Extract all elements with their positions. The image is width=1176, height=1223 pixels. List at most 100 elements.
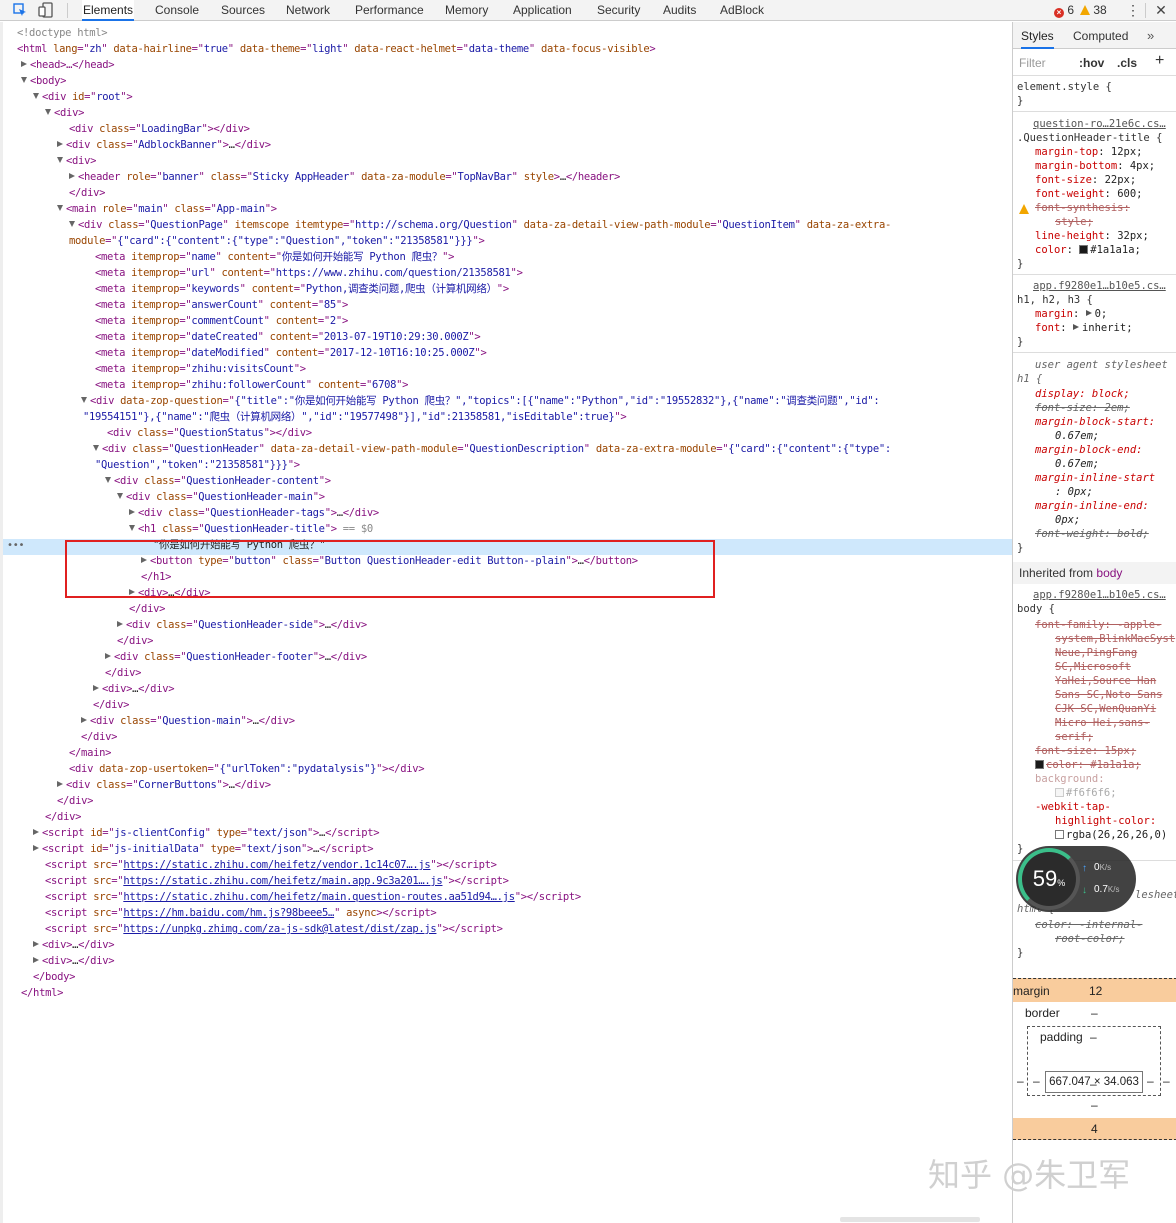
usertoken-node[interactable]: <div data-zop-usertoken="{"urlToken":"py… bbox=[69, 761, 425, 777]
css-property-invalid[interactable]: font-synthesis: bbox=[1035, 201, 1130, 215]
css-property[interactable]: font: inherit; bbox=[1035, 321, 1133, 335]
script-link[interactable]: https://static.zhihu.com/heifetz/main.qu… bbox=[123, 891, 515, 903]
horizontal-scrollbar[interactable] bbox=[840, 1217, 980, 1222]
meta-node[interactable]: <meta itemprop="name" content="你是如何开始能写 … bbox=[95, 249, 454, 265]
questionstatus-node[interactable]: <div class="QuestionStatus"></div> bbox=[107, 425, 312, 441]
div-node[interactable]: <div> bbox=[45, 105, 84, 121]
tab-application[interactable]: Application bbox=[512, 0, 573, 21]
qh-footer-node[interactable]: <div class="QuestionHeader-footer">…</di… bbox=[105, 649, 367, 665]
inherited-from-link[interactable]: body bbox=[1096, 566, 1122, 580]
css-property-overridden[interactable]: color: #1a1a1a; bbox=[1035, 758, 1141, 772]
border-bottom-value[interactable]: – bbox=[1091, 1098, 1098, 1112]
color-swatch-icon[interactable] bbox=[1035, 760, 1044, 769]
hov-toggle[interactable]: :hov bbox=[1079, 56, 1104, 70]
filter-input[interactable]: Filter bbox=[1019, 56, 1046, 70]
script-link[interactable]: https://static.zhihu.com/heifetz/main.ap… bbox=[123, 875, 442, 887]
doctype-node[interactable]: <!doctype html> bbox=[17, 25, 108, 41]
questionheader-node[interactable]: <div class="QuestionHeader" data-za-deta… bbox=[93, 441, 891, 457]
inspect-element-icon[interactable] bbox=[12, 2, 28, 18]
loadingbar-node[interactable]: <div class="LoadingBar"></div> bbox=[69, 121, 250, 137]
rule-source-link[interactable]: app.f9280e1…b10e5.cs… bbox=[1033, 588, 1166, 602]
script-src-node[interactable]: <script src="https://static.zhihu.com/he… bbox=[45, 889, 581, 905]
rule-source-link[interactable]: app.f9280e1…b10e5.cs… bbox=[1033, 279, 1166, 293]
qh-tags-node[interactable]: <div class="QuestionHeader-tags">…</div> bbox=[129, 505, 379, 521]
color-swatch-icon[interactable] bbox=[1055, 830, 1064, 839]
meta-node[interactable]: <meta itemprop="zhihu:followerCount" con… bbox=[95, 377, 408, 393]
tab-audits[interactable]: Audits bbox=[662, 0, 697, 21]
body-node[interactable]: <body> bbox=[21, 73, 66, 89]
tab-performance[interactable]: Performance bbox=[354, 0, 425, 21]
margin-top-value[interactable]: 12 bbox=[1089, 984, 1102, 998]
css-property-overridden[interactable]: font-size: 15px; bbox=[1035, 744, 1136, 758]
more-tabs-icon[interactable]: » bbox=[1147, 22, 1154, 49]
div-node[interactable]: <div>…</div> bbox=[33, 953, 115, 969]
rule-source-link[interactable]: question-ro…21e6c.cs… bbox=[1033, 117, 1166, 131]
meta-node[interactable]: <meta itemprop="url" content="https://ww… bbox=[95, 265, 523, 281]
div-node[interactable]: <div> bbox=[57, 153, 96, 169]
margin-left-value[interactable]: – bbox=[1017, 1074, 1024, 1088]
element-style-rule[interactable]: element.style { bbox=[1017, 80, 1112, 94]
cls-toggle[interactable]: .cls bbox=[1117, 56, 1137, 70]
cornerbuttons-node[interactable]: <div class="CornerButtons">…</div> bbox=[57, 777, 271, 793]
header-node[interactable]: <header role="banner" class="Sticky AppH… bbox=[69, 169, 620, 185]
margin-bottom-value[interactable]: 4 bbox=[1091, 1122, 1098, 1136]
tab-elements[interactable]: Elements bbox=[82, 0, 135, 21]
tab-styles[interactable]: Styles bbox=[1021, 22, 1054, 49]
css-property[interactable]: line-height: 32px; bbox=[1035, 229, 1149, 243]
css-property-overridden[interactable]: font-family: -apple- bbox=[1035, 618, 1161, 632]
script-initialdata-node[interactable]: <script id="js-initialData" type="text/j… bbox=[33, 841, 374, 857]
margin-right-value[interactable]: – bbox=[1163, 1074, 1170, 1088]
color-swatch-icon[interactable] bbox=[1079, 245, 1089, 254]
css-property[interactable]: font-size: 22px; bbox=[1035, 173, 1136, 187]
script-src-node[interactable]: <script src="https://static.zhihu.com/he… bbox=[45, 857, 497, 873]
qh-main-node[interactable]: <div class="QuestionHeader-main"> bbox=[117, 489, 325, 505]
div-node[interactable]: <div>…</div> bbox=[33, 937, 115, 953]
css-property[interactable]: margin-top: 12px; bbox=[1035, 145, 1142, 159]
meta-node[interactable]: <meta itemprop="commentCount" content="2… bbox=[95, 313, 348, 329]
main-node[interactable]: <main role="main" class="App-main"> bbox=[57, 201, 277, 217]
tab-network[interactable]: Network bbox=[285, 0, 331, 21]
box-model-content-size[interactable]: 667.047 × 34.063 bbox=[1045, 1071, 1143, 1093]
script-src-node[interactable]: <script src="https://unpkg.zhimg.com/za-… bbox=[45, 921, 503, 937]
network-speed-widget[interactable]: 59% ↑ 0K/s ↓ 0.7K/s bbox=[1016, 846, 1136, 912]
head-node[interactable]: <head>…</head> bbox=[21, 57, 115, 73]
h1-title-node[interactable]: <h1 class="QuestionHeader-title"> == $0 bbox=[129, 521, 373, 537]
css-property[interactable]: margin: 0; bbox=[1035, 307, 1107, 321]
tab-console[interactable]: Console bbox=[154, 0, 200, 21]
more-options-icon[interactable]: ⋮ bbox=[1126, 0, 1140, 21]
color-swatch-icon[interactable] bbox=[1055, 788, 1064, 797]
elements-dom-tree[interactable]: ••• <!doctype html> <html lang="zh" data… bbox=[0, 22, 1015, 1223]
meta-node[interactable]: <meta itemprop="dateModified" content="2… bbox=[95, 345, 487, 361]
tab-sources[interactable]: Sources bbox=[220, 0, 266, 21]
padding-right-value[interactable]: – bbox=[1147, 1074, 1154, 1088]
tab-security[interactable]: Security bbox=[596, 0, 641, 21]
root-div-node[interactable]: <div id="root"> bbox=[33, 89, 133, 105]
meta-node[interactable]: <meta itemprop="zhihu:visitsCount"> bbox=[95, 361, 306, 377]
meta-node[interactable]: <meta itemprop="answerCount" content="85… bbox=[95, 297, 348, 313]
css-property-inactive[interactable]: background: bbox=[1035, 772, 1105, 786]
div-node[interactable]: <div>…</div> bbox=[93, 681, 175, 697]
script-link[interactable]: https://unpkg.zhimg.com/za-js-sdk@latest… bbox=[123, 923, 436, 935]
css-property[interactable]: font-weight: 600; bbox=[1035, 187, 1143, 201]
question-main-node[interactable]: <div class="Question-main">…</div> bbox=[81, 713, 295, 729]
script-link[interactable]: https://hm.baidu.com/hm.js?98beee5… bbox=[123, 907, 334, 919]
padding-value[interactable]: – bbox=[1090, 1030, 1097, 1044]
script-clientconfig-node[interactable]: <script id="js-clientConfig" type="text/… bbox=[33, 825, 380, 841]
script-link[interactable]: https://static.zhihu.com/heifetz/vendor.… bbox=[123, 859, 430, 871]
css-property[interactable]: margin-bottom: 4px; bbox=[1035, 159, 1155, 173]
qh-side-node[interactable]: <div class="QuestionHeader-side">…</div> bbox=[117, 617, 367, 633]
meta-node[interactable]: <meta itemprop="dateCreated" content="20… bbox=[95, 329, 481, 345]
padding-left-value[interactable]: – bbox=[1033, 1074, 1040, 1088]
zop-question-node[interactable]: <div data-zop-question="{"title":"你是如何开始… bbox=[81, 393, 880, 409]
new-rule-icon[interactable]: + bbox=[1155, 52, 1164, 70]
adblockbanner-node[interactable]: <div class="AdblockBanner">…</div> bbox=[57, 137, 271, 153]
warning-counter[interactable]: 38 bbox=[1080, 0, 1107, 21]
script-src-node[interactable]: <script src="https://static.zhihu.com/he… bbox=[45, 873, 509, 889]
questionpage-node[interactable]: <div class="QuestionPage" itemscope item… bbox=[69, 217, 891, 233]
html-node[interactable]: <html lang="zh" data-hairline="true" dat… bbox=[17, 41, 656, 57]
qh-content-node[interactable]: <div class="QuestionHeader-content"> bbox=[105, 473, 331, 489]
tab-adblock[interactable]: AdBlock bbox=[719, 0, 765, 21]
close-icon[interactable]: ✕ bbox=[1154, 0, 1168, 21]
error-counter[interactable]: × 6 bbox=[1054, 0, 1074, 21]
device-toolbar-icon[interactable] bbox=[38, 2, 54, 18]
